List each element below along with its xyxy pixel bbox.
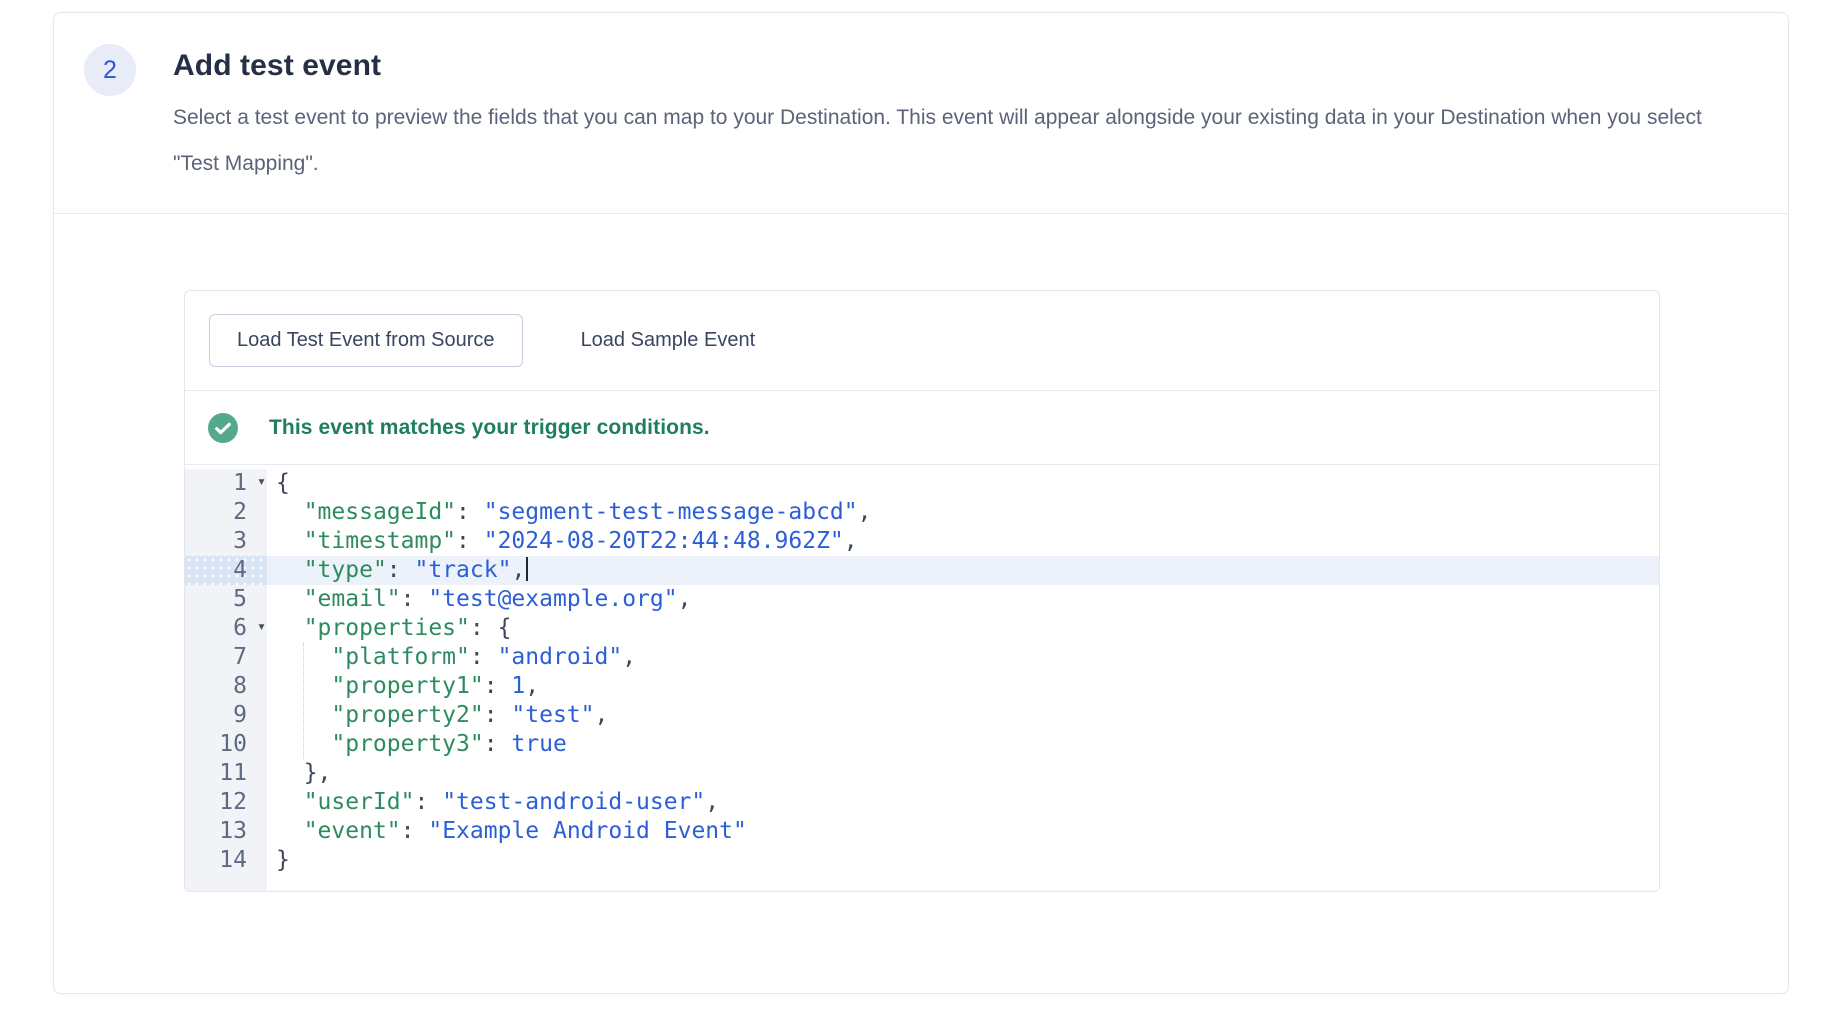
code-line[interactable]: "userId": "test-android-user", <box>267 788 1659 817</box>
editor-line[interactable]: 11 }, <box>185 759 1659 788</box>
editor-line[interactable]: 12 "userId": "test-android-user", <box>185 788 1659 817</box>
step-header: 2 Add test event Select a test event to … <box>54 13 1788 214</box>
load-test-event-button[interactable]: Load Test Event from Source <box>209 314 523 367</box>
code-line[interactable]: "messageId": "segment-test-message-abcd"… <box>267 498 1659 527</box>
editor-line[interactable]: 9 "property2": "test", <box>185 701 1659 730</box>
line-number: 12 <box>185 788 267 817</box>
code-line[interactable]: "platform": "android", <box>267 643 1659 672</box>
check-circle-icon <box>208 413 238 443</box>
text-cursor <box>526 557 528 581</box>
editor-gutter-filler <box>185 875 1659 891</box>
editor-line[interactable]: 5 "email": "test@example.org", <box>185 585 1659 614</box>
line-number: 10 <box>185 730 267 759</box>
editor-line[interactable]: 1▾{ <box>185 469 1659 498</box>
trigger-match-banner: This event matches your trigger conditio… <box>185 391 1659 464</box>
step-title: Add test event <box>173 46 1748 86</box>
step-number-badge: 2 <box>84 44 136 96</box>
code-line[interactable]: "property2": "test", <box>267 701 1659 730</box>
code-line[interactable]: "type": "track", <box>267 556 1659 585</box>
editor-line[interactable]: 7 "platform": "android", <box>185 643 1659 672</box>
event-source-toolbar: Load Test Event from Source Load Sample … <box>185 291 1659 391</box>
code-line[interactable]: }, <box>267 759 1659 788</box>
trigger-match-message: This event matches your trigger conditio… <box>269 416 710 440</box>
add-test-event-card: 2 Add test event Select a test event to … <box>53 12 1789 994</box>
editor-line[interactable]: 8 "property1": 1, <box>185 672 1659 701</box>
code-line[interactable]: { <box>267 469 1659 498</box>
fold-toggle-icon[interactable]: ▾ <box>257 612 266 641</box>
code-line[interactable]: "property3": true <box>267 730 1659 759</box>
code-line[interactable]: "event": "Example Android Event" <box>267 817 1659 846</box>
line-number: 11 <box>185 759 267 788</box>
editor-line[interactable]: 4 "type": "track", <box>185 556 1659 585</box>
line-number: 6▾ <box>185 614 267 643</box>
line-number: 13 <box>185 817 267 846</box>
line-number: 5 <box>185 585 267 614</box>
load-sample-event-button[interactable]: Load Sample Event <box>553 314 784 367</box>
editor-line[interactable]: 6▾ "properties": { <box>185 614 1659 643</box>
line-number: 1▾ <box>185 469 267 498</box>
line-number: 2 <box>185 498 267 527</box>
line-number: 8 <box>185 672 267 701</box>
line-number: 7 <box>185 643 267 672</box>
json-event-editor[interactable]: 1▾{2 "messageId": "segment-test-message-… <box>185 464 1659 891</box>
editor-line[interactable]: 3 "timestamp": "2024-08-20T22:44:48.962Z… <box>185 527 1659 556</box>
step-description: Select a test event to preview the field… <box>173 95 1748 187</box>
code-line[interactable]: "email": "test@example.org", <box>267 585 1659 614</box>
code-line[interactable]: "property1": 1, <box>267 672 1659 701</box>
line-number: 4 <box>185 556 267 585</box>
line-number: 14 <box>185 846 267 875</box>
code-line[interactable]: "timestamp": "2024-08-20T22:44:48.962Z", <box>267 527 1659 556</box>
editor-line[interactable]: 14} <box>185 846 1659 875</box>
fold-toggle-icon[interactable]: ▾ <box>257 467 266 496</box>
test-event-panel: Load Test Event from Source Load Sample … <box>184 290 1660 892</box>
line-number: 3 <box>185 527 267 556</box>
code-line[interactable]: "properties": { <box>267 614 1659 643</box>
editor-line[interactable]: 13 "event": "Example Android Event" <box>185 817 1659 846</box>
editor-line[interactable]: 2 "messageId": "segment-test-message-abc… <box>185 498 1659 527</box>
editor-line[interactable]: 10 "property3": true <box>185 730 1659 759</box>
code-line[interactable]: } <box>267 846 1659 875</box>
line-number: 9 <box>185 701 267 730</box>
